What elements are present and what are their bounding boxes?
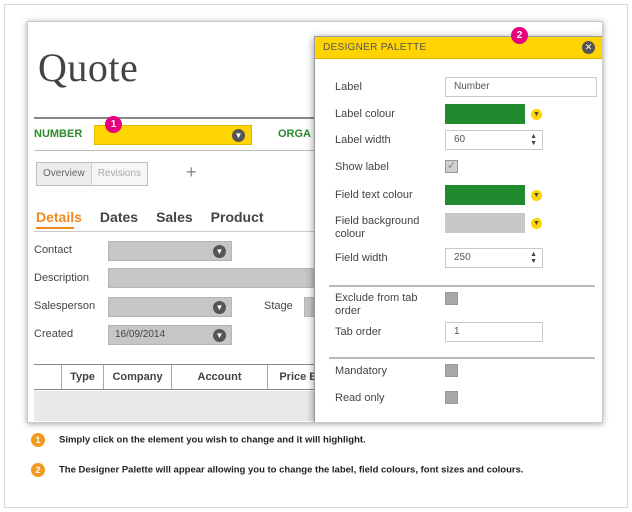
mandatory-label: Mandatory <box>335 365 387 377</box>
label-colour-swatch[interactable] <box>445 104 525 124</box>
field-text-colour-swatch[interactable] <box>445 185 525 205</box>
field-bg-colour-dropdown-icon[interactable]: ▼ <box>531 218 542 229</box>
field-text-colour-dropdown-icon[interactable]: ▼ <box>531 190 542 201</box>
note-1: 1 Simply click on the element you wish to… <box>31 433 366 447</box>
show-label-checkbox[interactable]: ✓ <box>445 160 458 173</box>
step-badge-2: 2 <box>511 27 528 44</box>
tab-sales[interactable]: Sales <box>156 209 193 225</box>
tab-dates[interactable]: Dates <box>100 209 138 225</box>
page-title: Quote <box>38 45 139 90</box>
contact-label: Contact <box>34 244 72 256</box>
divider <box>329 285 595 287</box>
number-label[interactable]: NUMBER <box>34 128 82 140</box>
description-label: Description <box>34 272 90 284</box>
tab-order-label: Tab order <box>335 326 382 338</box>
salesperson-select[interactable]: ▼ <box>108 297 232 317</box>
label-width-value: 60 <box>454 134 466 145</box>
divider <box>329 357 595 359</box>
section-buttons: Overview Revisions <box>36 162 149 186</box>
column-company[interactable]: Company <box>104 365 172 389</box>
revisions-button[interactable]: Revisions <box>90 163 148 185</box>
label-width-input[interactable]: 60 ▲ ▼ <box>445 130 543 150</box>
stepper-icon[interactable]: ▲ ▼ <box>530 133 537 147</box>
field-bg-colour-label: Field background colour <box>335 215 420 240</box>
organisation-label: ORGA <box>278 128 311 140</box>
table-header-spacer <box>34 365 62 389</box>
field-width-input[interactable]: 250 ▲ ▼ <box>445 248 543 268</box>
note-1-text: Simply click on the element you wish to … <box>59 434 366 446</box>
label-colour-dropdown-icon[interactable]: ▼ <box>531 109 542 120</box>
stepper-icon[interactable]: ▲ ▼ <box>530 251 537 265</box>
overview-button[interactable]: Overview <box>37 163 91 185</box>
column-account[interactable]: Account <box>172 365 268 389</box>
created-date-value: 16/09/2014 <box>115 329 166 340</box>
note-2: 2 The Designer Palette will appear allowi… <box>31 463 524 477</box>
step-number-2: 2 <box>31 463 45 477</box>
designer-palette: DESIGNER PALETTE ✕ 2 Label Number Label … <box>314 27 602 422</box>
mandatory-checkbox[interactable] <box>445 364 458 377</box>
created-date-field[interactable]: 16/09/2014 ▼ <box>108 325 232 345</box>
tab-order-input[interactable]: 1 <box>445 322 543 342</box>
label-colour-label: Label colour <box>335 108 395 120</box>
label-input[interactable]: Number <box>445 77 597 97</box>
step-number-1: 1 <box>31 433 45 447</box>
read-only-checkbox[interactable] <box>445 391 458 404</box>
exclude-tab-order-label: Exclude from tab order <box>335 292 418 317</box>
active-tab-indicator <box>36 227 74 229</box>
salesperson-label: Salesperson <box>34 300 96 312</box>
close-icon[interactable]: ✕ <box>582 41 595 54</box>
quote-screen: Quote NUMBER ▼ 1 ORGA Overview Revisions… <box>27 21 603 423</box>
created-label: Created <box>34 328 74 340</box>
tutorial-frame: Quote NUMBER ▼ 1 ORGA Overview Revisions… <box>4 4 628 508</box>
palette-title: DESIGNER PALETTE <box>323 42 427 53</box>
stage-label: Stage <box>264 300 293 312</box>
step-badge-1: 1 <box>105 116 122 133</box>
field-width-value: 250 <box>454 252 471 263</box>
column-type[interactable]: Type <box>62 365 104 389</box>
add-section-button[interactable]: + <box>186 162 197 183</box>
description-field[interactable] <box>108 268 318 288</box>
palette-header[interactable]: DESIGNER PALETTE ✕ <box>315 37 602 59</box>
field-text-colour-label: Field text colour <box>335 189 413 201</box>
field-width-label: Field width <box>335 252 388 264</box>
note-2-text: The Designer Palette will appear allowin… <box>59 464 524 476</box>
label-width-label: Label width <box>335 134 391 146</box>
chevron-down-icon: ▼ <box>213 301 226 314</box>
tab-product[interactable]: Product <box>211 209 264 225</box>
tab-details[interactable]: Details <box>36 209 82 225</box>
chevron-down-icon[interactable]: ▼ <box>232 129 245 142</box>
chevron-down-icon: ▼ <box>213 329 226 342</box>
field-bg-colour-swatch[interactable] <box>445 213 525 233</box>
label-text-label: Label <box>335 81 362 93</box>
contact-select[interactable]: ▼ <box>108 241 232 261</box>
exclude-tab-order-checkbox[interactable] <box>445 292 458 305</box>
show-label-label: Show label <box>335 161 389 173</box>
read-only-label: Read only <box>335 392 385 404</box>
tab-bar: Details Dates Sales Product <box>36 209 264 225</box>
chevron-down-icon: ▼ <box>213 245 226 258</box>
